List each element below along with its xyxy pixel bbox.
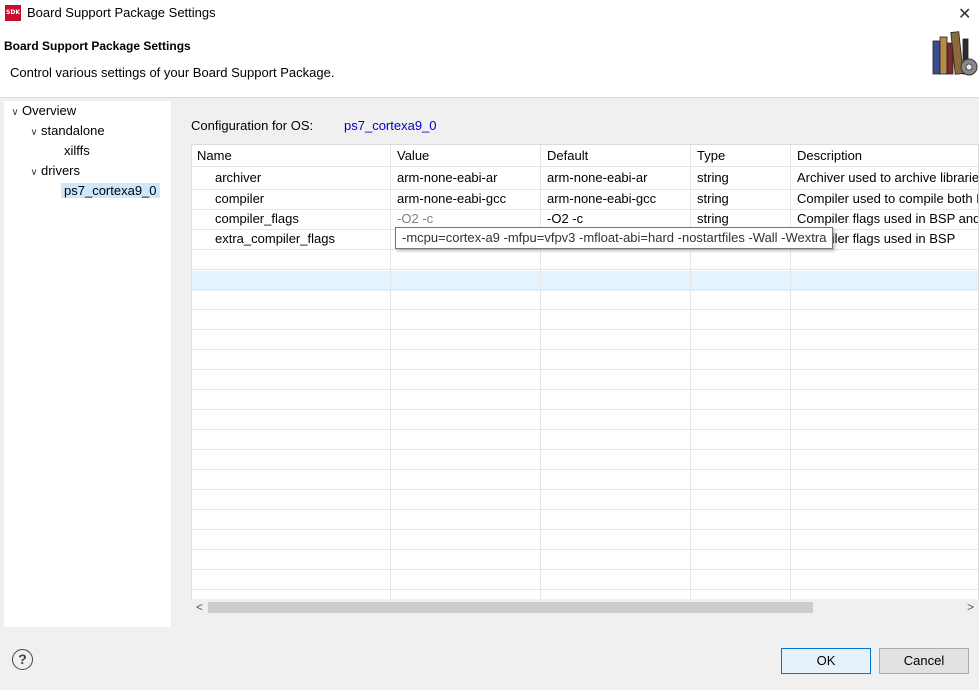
row-divider <box>192 429 978 430</box>
cell-name: compiler <box>215 191 265 206</box>
cell-value[interactable]: arm-none-eabi-ar <box>392 168 540 188</box>
tree-item-label: standalone <box>41 123 105 138</box>
cell-type: string <box>697 211 729 226</box>
scroll-right-icon[interactable]: > <box>962 599 979 616</box>
sdk-app-icon: SDK <box>5 5 21 21</box>
dialog-title: Board Support Package Settings <box>4 39 191 53</box>
config-os-label: Configuration for OS: <box>191 118 314 133</box>
config-panel: Configuration for OS: ps7_cortexa9_0 Nam… <box>177 101 979 627</box>
cell-default: -O2 -c <box>547 211 584 226</box>
horizontal-scrollbar[interactable]: < > <box>191 599 979 616</box>
value-tooltip: -mcpu=cortex-a9 -mfpu=vfpv3 -mfloat-abi=… <box>395 227 834 249</box>
row-divider <box>192 369 978 370</box>
cell-type: string <box>697 191 729 206</box>
chevron-down-icon[interactable]: ∨ <box>27 123 41 143</box>
row-divider <box>192 589 978 590</box>
chevron-down-icon[interactable]: ∨ <box>27 163 41 183</box>
chevron-down-icon[interactable]: ∨ <box>8 103 22 123</box>
column-header-default[interactable]: Default <box>542 146 690 166</box>
row-divider <box>192 349 978 350</box>
row-divider <box>192 489 978 490</box>
row-divider <box>192 389 978 390</box>
scrollbar-thumb[interactable] <box>208 602 813 613</box>
cell-name: archiver <box>215 170 262 185</box>
settings-tree: ∨ Overview ∨ standalone xilffs ∨ drivers ps… <box>4 101 171 627</box>
column-divider <box>540 145 541 602</box>
row-divider <box>192 509 978 510</box>
dialog-footer: ? OK Cancel <box>0 629 979 690</box>
tree-item-drivers[interactable]: ∨ drivers <box>27 161 80 181</box>
column-header-name[interactable]: Name <box>192 146 390 166</box>
cell-description: Compiler used to compile both BSP <box>797 191 978 206</box>
row-divider <box>192 269 978 270</box>
row-divider <box>192 569 978 570</box>
tree-item-label: xilffs <box>64 143 90 158</box>
cell-description: Archiver used to archive libraries <box>797 170 979 185</box>
tree-item-xilffs[interactable]: xilffs <box>64 141 90 161</box>
row-divider <box>192 309 978 310</box>
tree-item-overview[interactable]: ∨ Overview <box>8 101 76 121</box>
column-divider <box>690 145 691 602</box>
cell-default: arm-none-eabi-ar <box>547 170 648 185</box>
row-divider <box>192 329 978 330</box>
tree-item-ps7-cortexa9-0[interactable]: ps7_cortexa9_0 <box>61 181 160 201</box>
cell-name: compiler_flags <box>215 211 299 226</box>
row-divider <box>192 409 978 410</box>
tree-item-label: ps7_cortexa9_0 <box>61 183 160 198</box>
row-divider <box>192 249 978 250</box>
cell-name: extra_compiler_flags <box>215 231 335 246</box>
window-title: Board Support Package Settings <box>27 5 216 20</box>
title-bar: SDK Board Support Package Settings ✕ <box>0 0 979 28</box>
row-divider <box>192 529 978 530</box>
tree-item-label: drivers <box>41 163 81 178</box>
tree-item-label: Overview <box>22 103 77 118</box>
cancel-button[interactable]: Cancel <box>879 648 969 674</box>
table-header: Name Value Default Type Description <box>192 145 978 167</box>
cell-default: arm-none-eabi-gcc <box>547 191 657 206</box>
tree-item-standalone[interactable]: ∨ standalone <box>27 121 105 143</box>
cell-value[interactable]: arm-none-eabi-gcc <box>392 189 540 209</box>
help-icon[interactable]: ? <box>12 649 33 670</box>
row-divider <box>192 449 978 450</box>
row-divider <box>192 469 978 470</box>
ok-button[interactable]: OK <box>781 648 871 674</box>
bsp-books-gear-icon <box>932 31 978 76</box>
cell-type: string <box>697 170 729 185</box>
settings-table: Name Value Default Type Description arch… <box>191 144 979 603</box>
row-divider <box>192 549 978 550</box>
column-header-description[interactable]: Description <box>792 146 978 166</box>
close-icon[interactable]: ✕ <box>958 4 971 24</box>
cell-value[interactable]: -O2 -c <box>392 209 540 229</box>
cell-description: Compiler flags used in BSP and <box>797 211 979 226</box>
column-divider <box>390 145 391 602</box>
scroll-left-icon[interactable]: < <box>191 599 208 616</box>
selected-row-highlight <box>192 271 978 291</box>
row-divider <box>192 289 978 290</box>
dialog-header: Board Support Package Settings Control v… <box>0 28 979 98</box>
column-header-type[interactable]: Type <box>692 146 790 166</box>
dialog-description: Control various settings of your Board S… <box>10 65 335 80</box>
config-os-value: ps7_cortexa9_0 <box>344 118 437 133</box>
column-divider <box>790 145 791 602</box>
column-header-value[interactable]: Value <box>392 146 540 166</box>
